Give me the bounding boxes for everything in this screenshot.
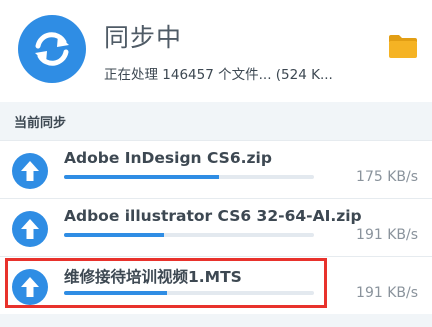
progress-fill [64,175,219,179]
file-name: 维修接待培训视频1.MTS [64,268,242,286]
transfer-speed: 191 KB/s [356,285,418,301]
sync-status-header: 同步中 正在处理 146457 个文件... (524 K... [0,0,432,102]
transfer-row[interactable]: Adobe InDesign CS6.zip 175 KB/s [0,140,432,198]
progress-fill [64,233,164,237]
upload-arrow-icon [12,211,48,247]
progress-fill [64,291,167,295]
upload-arrow-icon [12,153,48,189]
progress-bar [64,233,314,237]
transfer-speed: 175 KB/s [356,169,418,185]
folder-icon[interactable] [388,33,422,63]
file-name: Adobe InDesign CS6.zip [64,149,272,167]
section-label: 当前同步 [14,116,67,131]
progress-bar [64,291,314,295]
progress-bar [64,175,314,179]
upload-arrow-icon [12,269,48,305]
transfer-row[interactable]: 维修接待培训视频1.MTS 191 KB/s [0,256,432,314]
transfer-speed: 191 KB/s [356,227,418,243]
sync-arrows-icon [18,15,86,83]
sync-title: 同步中 [104,23,183,52]
file-name: Adboe illustrator CS6 32-64-AI.zip [64,207,362,225]
transfer-row[interactable]: Adboe illustrator CS6 32-64-AI.zip 191 K… [0,198,432,256]
sync-subtitle: 正在处理 146457 个文件... (524 K... [104,67,333,83]
